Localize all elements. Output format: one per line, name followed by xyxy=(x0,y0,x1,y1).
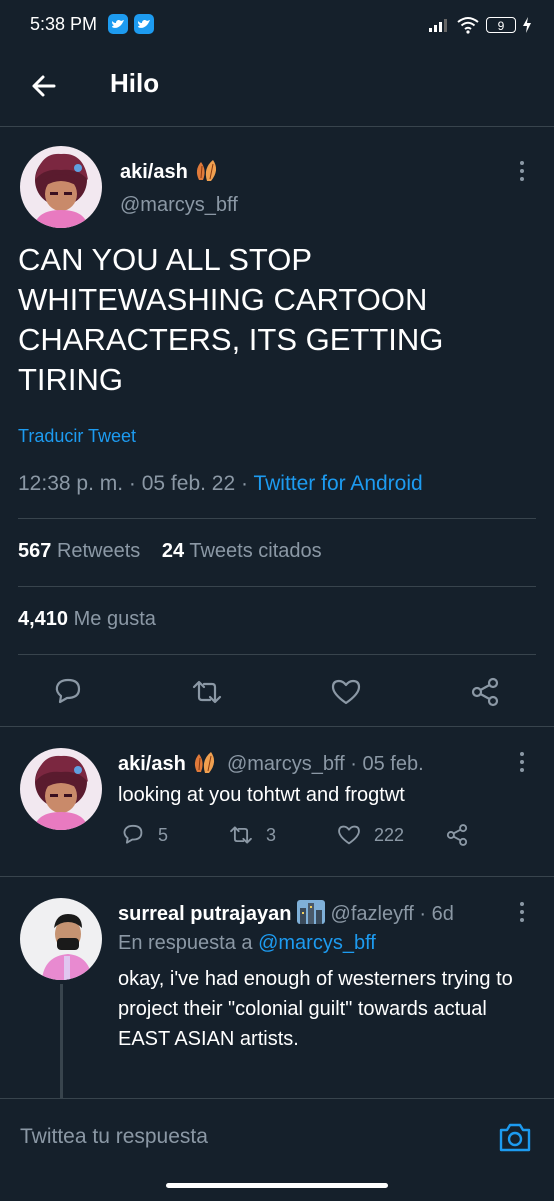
reply-icon xyxy=(123,824,143,844)
avatar[interactable] xyxy=(20,146,102,228)
status-icons: 9 xyxy=(428,14,532,36)
reply-divider xyxy=(0,876,554,877)
like-count: 222 xyxy=(374,824,405,845)
share-icon xyxy=(471,677,499,707)
reply-author-handle[interactable]: @fazleyff xyxy=(331,903,414,925)
back-button[interactable] xyxy=(24,66,64,106)
heart-icon xyxy=(338,825,360,845)
reply-icon xyxy=(55,678,81,704)
reply-author-name[interactable]: aki/ash xyxy=(118,753,186,775)
battery-indicator: 9 xyxy=(486,17,516,33)
arrow-left-icon xyxy=(32,75,56,97)
reply-count: 5 xyxy=(158,824,169,845)
actions-divider xyxy=(0,726,554,727)
wifi-icon xyxy=(457,17,479,34)
reply-header: aki/ash @marcys_bff · 05 feb. xyxy=(118,750,424,776)
camera-button[interactable] xyxy=(498,1121,532,1153)
retweet-button[interactable] xyxy=(190,675,224,709)
author-name[interactable]: aki/ash xyxy=(120,161,188,183)
page-title: Hilo xyxy=(110,68,160,98)
avatar[interactable] xyxy=(20,748,102,830)
heart-icon xyxy=(331,679,361,705)
thread-line xyxy=(60,984,63,1098)
stats-divider xyxy=(18,586,536,587)
retweet-stats: 567 Retweets 24 Tweets citados xyxy=(18,540,322,563)
charging-icon xyxy=(523,17,531,33)
reply-button[interactable] xyxy=(51,675,85,709)
reply-reply-button[interactable]: 5 xyxy=(120,822,168,848)
top-app-bar: Hilo xyxy=(0,52,554,126)
in-reply-to: En respuesta a @marcys_bff xyxy=(118,932,376,954)
reply-more-button[interactable] xyxy=(512,898,532,928)
share-icon xyxy=(446,824,468,846)
reply-text: okay, i've had enough of westerners tryi… xyxy=(118,968,513,1050)
retweet-icon xyxy=(192,680,222,704)
reply-retweet-button[interactable]: 3 xyxy=(228,822,276,848)
retweet-count: 3 xyxy=(266,824,277,845)
app-notification-icon xyxy=(134,14,154,34)
share-button[interactable] xyxy=(468,675,502,709)
author-handle[interactable]: @marcys_bff xyxy=(120,194,238,217)
reply-date: 05 feb. xyxy=(362,753,424,775)
stats-divider xyxy=(18,518,536,519)
reply-more-button[interactable] xyxy=(512,748,532,778)
reply-text: looking at you tohtwt and frogtwt xyxy=(118,784,405,806)
tweet-time: 12:38 p. m. xyxy=(18,472,124,495)
reply-author-name[interactable]: surreal putrajayan xyxy=(118,903,291,925)
home-indicator xyxy=(166,1183,388,1188)
like-button[interactable] xyxy=(329,675,363,709)
in-reply-to-handle-link[interactable]: @marcys_bff xyxy=(258,932,376,954)
status-bar: 5:38 PM 9 xyxy=(0,0,554,52)
leaves-emoji-icon xyxy=(195,752,215,773)
leaves-emoji-icon xyxy=(197,160,217,181)
app-notification-icon xyxy=(108,14,128,34)
stats-divider xyxy=(18,654,536,655)
reply-header: surreal putrajayan @fazleyff · 6d xyxy=(118,900,454,926)
quotes-stat[interactable]: 24 Tweets citados xyxy=(162,540,322,562)
translate-tweet-link[interactable]: Traducir Tweet xyxy=(18,426,136,447)
reply-share-button[interactable] xyxy=(444,822,470,848)
retweet-icon xyxy=(230,826,252,844)
author-name-row[interactable]: aki/ash xyxy=(120,158,223,184)
reply-age: 6d xyxy=(431,903,454,925)
tweet-source-link[interactable]: Twitter for Android xyxy=(253,472,422,495)
avatar[interactable] xyxy=(20,898,102,980)
camera-icon xyxy=(499,1123,531,1152)
compose-reply-bar: Twittea tu respuesta xyxy=(0,1098,554,1201)
cityscape-emoji-icon xyxy=(296,900,325,924)
tweet-date: 05 feb. 22 xyxy=(141,472,236,495)
tweet-meta: 12:38 p. m. · 05 feb. 22 · Twitter for A… xyxy=(18,472,423,495)
header-divider xyxy=(0,126,554,127)
reply-input[interactable]: Twittea tu respuesta xyxy=(20,1125,208,1149)
signal-icon xyxy=(429,19,447,32)
retweets-stat[interactable]: 567 Retweets xyxy=(18,540,140,562)
tweet-text: CAN YOU ALL STOP WHITEWASHING CARTOON CH… xyxy=(18,242,444,397)
reply-like-button[interactable]: 222 xyxy=(336,822,404,848)
status-time: 5:38 PM xyxy=(30,14,98,34)
reply-author-handle[interactable]: @marcys_bff xyxy=(227,753,345,775)
tweet-more-button[interactable] xyxy=(512,157,532,187)
likes-stat[interactable]: 4,410 Me gusta xyxy=(18,608,156,631)
